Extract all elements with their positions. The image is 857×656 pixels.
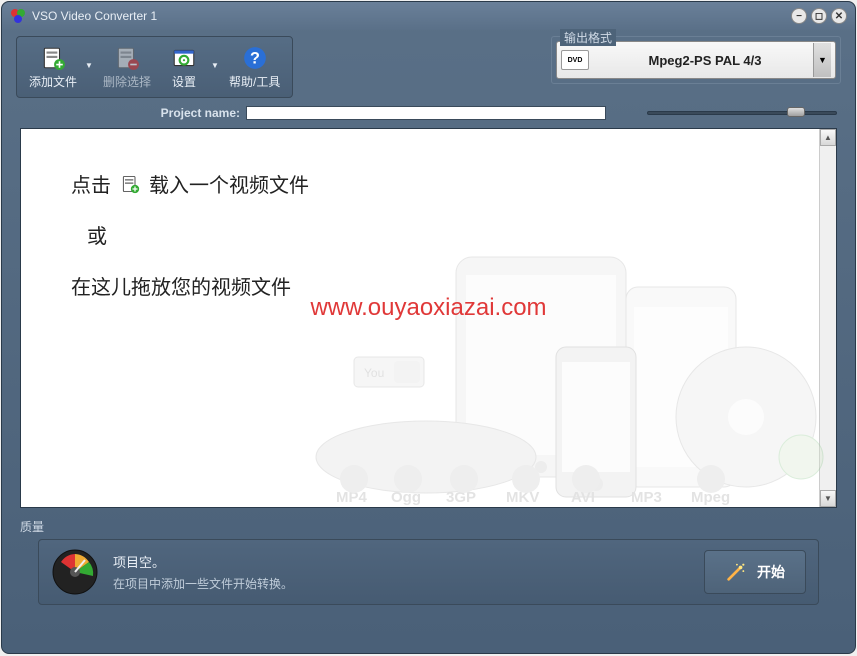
wand-icon bbox=[725, 561, 747, 583]
chevron-down-icon: ▼ bbox=[813, 43, 831, 77]
settings-label: 设置 bbox=[172, 73, 196, 90]
close-button[interactable]: ✕ bbox=[831, 8, 847, 24]
slider-track bbox=[647, 111, 837, 115]
maximize-button[interactable]: ◻ bbox=[811, 8, 827, 24]
delete-selection-label: 删除选择 bbox=[103, 73, 151, 90]
svg-text:?: ? bbox=[250, 49, 260, 67]
output-format-select[interactable]: DVD Mpeg2-PS PAL 4/3 ▼ bbox=[556, 41, 836, 79]
add-file-icon bbox=[40, 45, 66, 71]
svg-text:You: You bbox=[364, 366, 384, 380]
quality-section: 质量 项目空。 在项目中添加一些文件开始转换。 bbox=[20, 518, 837, 605]
dvd-icon: DVD bbox=[561, 50, 589, 70]
project-row: Project name: bbox=[2, 102, 855, 128]
watermark-text: www.ouyaoxiazai.com bbox=[21, 294, 836, 322]
main-toolbar-group: 添加文件 ▼ 删除选择 设置 ▼ bbox=[16, 36, 293, 98]
add-file-label: 添加文件 bbox=[29, 73, 77, 90]
help-icon: ? bbox=[242, 45, 268, 71]
status-hint: 在项目中添加一些文件开始转换。 bbox=[113, 575, 690, 592]
output-format-label: 输出格式 bbox=[560, 29, 616, 46]
project-name-label: Project name: bbox=[20, 106, 240, 120]
add-file-button[interactable]: 添加文件 bbox=[23, 41, 83, 93]
main-panel[interactable]: 点击 载入一个视频文件 或 在这儿拖放您的视频文件 www.ouyaoxiaza… bbox=[20, 128, 837, 508]
app-window: VSO Video Converter 1 − ◻ ✕ 添加文件 ▼ bbox=[1, 1, 856, 654]
start-label: 开始 bbox=[757, 562, 785, 582]
window-title: VSO Video Converter 1 bbox=[32, 9, 791, 23]
minimize-button[interactable]: − bbox=[791, 8, 807, 24]
add-file-inline-icon bbox=[119, 174, 141, 194]
zoom-slider[interactable] bbox=[647, 106, 837, 120]
toolbar: 添加文件 ▼ 删除选择 设置 ▼ bbox=[2, 30, 855, 102]
or-text: 或 bbox=[87, 220, 786, 249]
app-icon bbox=[10, 8, 26, 24]
status-title: 项目空。 bbox=[113, 552, 690, 571]
click-hint: 点击 载入一个视频文件 bbox=[71, 169, 786, 198]
window-controls: − ◻ ✕ bbox=[791, 8, 847, 24]
output-format-value: Mpeg2-PS PAL 4/3 bbox=[597, 53, 813, 68]
settings-dropdown[interactable]: ▼ bbox=[211, 41, 221, 93]
help-tools-button[interactable]: ? 帮助/工具 bbox=[223, 41, 286, 93]
titlebar: VSO Video Converter 1 − ◻ ✕ bbox=[2, 2, 855, 30]
project-name-input[interactable] bbox=[246, 106, 606, 120]
help-tools-label: 帮助/工具 bbox=[229, 73, 280, 90]
output-format-group: 输出格式 DVD Mpeg2-PS PAL 4/3 ▼ bbox=[551, 36, 841, 84]
start-button[interactable]: 开始 bbox=[704, 550, 806, 594]
settings-icon bbox=[171, 45, 197, 71]
delete-selection-button[interactable]: 删除选择 bbox=[97, 41, 157, 93]
settings-button[interactable]: 设置 bbox=[159, 41, 209, 93]
status-bar: 项目空。 在项目中添加一些文件开始转换。 开始 bbox=[38, 539, 819, 605]
svg-text:MP3: MP3 bbox=[631, 489, 662, 506]
delete-icon bbox=[114, 45, 140, 71]
quality-gauge-icon bbox=[51, 548, 99, 596]
status-text: 项目空。 在项目中添加一些文件开始转换。 bbox=[113, 552, 690, 592]
add-file-dropdown[interactable]: ▼ bbox=[85, 41, 95, 93]
quality-label: 质量 bbox=[20, 518, 837, 535]
slider-thumb[interactable] bbox=[787, 107, 805, 117]
